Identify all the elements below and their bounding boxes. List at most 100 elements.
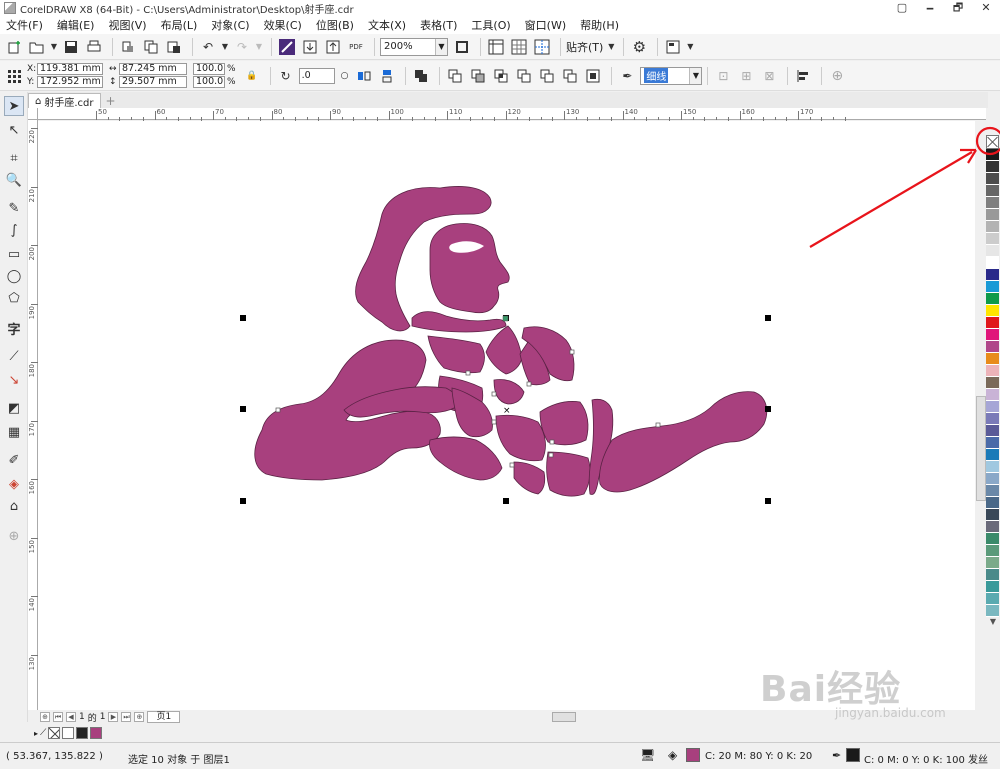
palette-swatch[interactable] <box>986 377 999 389</box>
scale-x-field[interactable]: 100.0 <box>193 63 225 75</box>
redo-dropdown-icon[interactable]: ▼ <box>255 37 263 57</box>
no-color-swatch[interactable] <box>986 135 999 149</box>
parallel-dimension-icon[interactable]: ⟋ <box>4 346 24 366</box>
palette-swatch[interactable] <box>986 197 999 209</box>
palette-swatch[interactable] <box>986 473 999 485</box>
palette-swatch[interactable] <box>986 293 999 305</box>
mirror-horizontal-icon[interactable] <box>354 66 374 86</box>
previous-page-icon[interactable]: ◀ <box>66 712 76 722</box>
fill-color-swatch[interactable] <box>686 748 700 762</box>
combine-icon[interactable] <box>411 66 431 86</box>
horizontal-scroll-thumb[interactable] <box>552 712 576 722</box>
palette-swatch[interactable] <box>986 257 999 269</box>
menu-text[interactable]: 文本(X) <box>368 17 406 33</box>
color-proof-icon[interactable]: 🖥 <box>640 748 655 762</box>
paste-icon[interactable] <box>164 37 184 57</box>
menu-effects[interactable]: 效果(C) <box>264 17 302 33</box>
palette-scroll-down-icon[interactable]: ▼ <box>986 617 1000 626</box>
new-document-icon[interactable] <box>4 37 24 57</box>
palette-swatch[interactable] <box>986 569 999 581</box>
boundary-icon[interactable] <box>583 66 603 86</box>
menu-view[interactable]: 视图(V) <box>108 17 146 33</box>
doc-swatch-black[interactable] <box>76 727 89 739</box>
palette-swatch[interactable] <box>986 341 999 353</box>
zoom-tool-icon[interactable]: 🔍 <box>4 170 24 190</box>
y-position-field[interactable]: 172.952 mm <box>37 76 103 88</box>
chevron-down-icon[interactable]: ▼ <box>435 38 447 55</box>
print-icon[interactable] <box>84 37 104 57</box>
wrap-text-icon[interactable]: ⊡ <box>713 66 733 86</box>
lock-ratio-icon[interactable]: 🔒 <box>242 66 262 86</box>
height-field[interactable]: 29.507 mm <box>119 76 187 88</box>
drop-shadow-icon[interactable]: ◩ <box>4 398 24 418</box>
snap-to-menu[interactable]: 贴齐(T) <box>566 39 603 55</box>
artistic-media-icon[interactable]: ∫ <box>4 220 24 240</box>
interactive-fill-icon[interactable]: ◈ <box>4 474 24 494</box>
trim-icon[interactable] <box>468 66 488 86</box>
restore-button[interactable]: 🗗 <box>944 0 972 16</box>
minimize-button[interactable]: 🗕 <box>916 0 944 16</box>
cut-icon[interactable] <box>118 37 138 57</box>
show-grid-icon[interactable] <box>509 37 529 57</box>
mirror-vertical-icon[interactable] <box>377 66 397 86</box>
eyedropper-small-icon[interactable]: ⟋ <box>40 728 46 738</box>
vertical-scroll-thumb[interactable] <box>976 396 986 501</box>
intersect-icon[interactable] <box>491 66 511 86</box>
menu-table[interactable]: 表格(T) <box>420 17 457 33</box>
outline-color-swatch[interactable] <box>846 748 860 762</box>
doc-swatch-white[interactable] <box>62 727 75 739</box>
palette-swatch[interactable] <box>986 353 999 365</box>
palette-swatch[interactable] <box>986 161 999 173</box>
show-guidelines-icon[interactable] <box>532 37 552 57</box>
palette-swatch[interactable] <box>986 533 999 545</box>
palette-swatch[interactable] <box>986 269 999 281</box>
palette-swatch[interactable] <box>986 581 999 593</box>
user-icon[interactable]: ▢ <box>888 0 916 16</box>
drawing-canvas[interactable]: × <box>38 121 975 710</box>
palette-swatch[interactable] <box>986 245 999 257</box>
application-launcher-icon[interactable] <box>663 37 683 57</box>
menu-edit[interactable]: 编辑(E) <box>57 17 95 33</box>
sagittarius-figure[interactable] <box>254 186 768 497</box>
shape-tool-icon[interactable]: ↖ <box>4 120 24 140</box>
palette-swatch[interactable] <box>986 317 999 329</box>
menu-file[interactable]: 文件(F) <box>6 17 43 33</box>
simplify-icon[interactable] <box>514 66 534 86</box>
palette-swatch[interactable] <box>986 449 999 461</box>
doc-swatch-none[interactable] <box>48 727 61 739</box>
palette-swatch[interactable] <box>986 185 999 197</box>
publish-pdf-icon[interactable]: PDF <box>346 37 366 57</box>
polygon-tool-icon[interactable]: ⬠ <box>4 288 24 308</box>
weld-icon[interactable] <box>445 66 465 86</box>
zoom-level-combo[interactable]: 200% ▼ <box>380 37 448 56</box>
transparency-icon[interactable]: ▦ <box>4 422 24 442</box>
snap-dropdown-icon[interactable]: ▼ <box>607 37 615 57</box>
chevron-down-icon[interactable]: ▼ <box>689 67 702 84</box>
document-tab[interactable]: ⌂ 射手座.cdr <box>28 93 101 109</box>
palette-swatch[interactable] <box>986 305 999 317</box>
text-tool-icon[interactable]: 字 <box>4 318 24 338</box>
export-icon[interactable] <box>323 37 343 57</box>
palette-arrow-icon[interactable]: ▸ <box>34 729 38 738</box>
palette-swatch[interactable] <box>986 605 999 617</box>
palette-swatch[interactable] <box>986 425 999 437</box>
palette-swatch[interactable] <box>986 461 999 473</box>
outline-width-combo[interactable]: 细线 ▼ <box>640 66 703 85</box>
show-rulers-icon[interactable] <box>486 37 506 57</box>
freehand-tool-icon[interactable]: ✎ <box>4 198 24 218</box>
palette-swatch[interactable] <box>986 389 999 401</box>
doc-swatch-magenta[interactable] <box>90 727 103 739</box>
menu-bitmaps[interactable]: 位图(B) <box>316 17 354 33</box>
palette-swatch[interactable] <box>986 545 999 557</box>
palette-swatch[interactable] <box>986 281 999 293</box>
menu-layout[interactable]: 布局(L) <box>161 17 198 33</box>
menu-help[interactable]: 帮助(H) <box>580 17 619 33</box>
rotation-angle-field[interactable]: .0 <box>298 67 335 84</box>
palette-swatch[interactable] <box>986 149 999 161</box>
palette-swatch[interactable] <box>986 401 999 413</box>
page-tab[interactable]: 页1 <box>147 711 181 723</box>
undo-dropdown-icon[interactable]: ▼ <box>221 37 229 57</box>
front-minus-back-icon[interactable] <box>537 66 557 86</box>
redo-icon[interactable]: ↷ <box>232 37 252 57</box>
scale-y-field[interactable]: 100.0 <box>193 76 225 88</box>
